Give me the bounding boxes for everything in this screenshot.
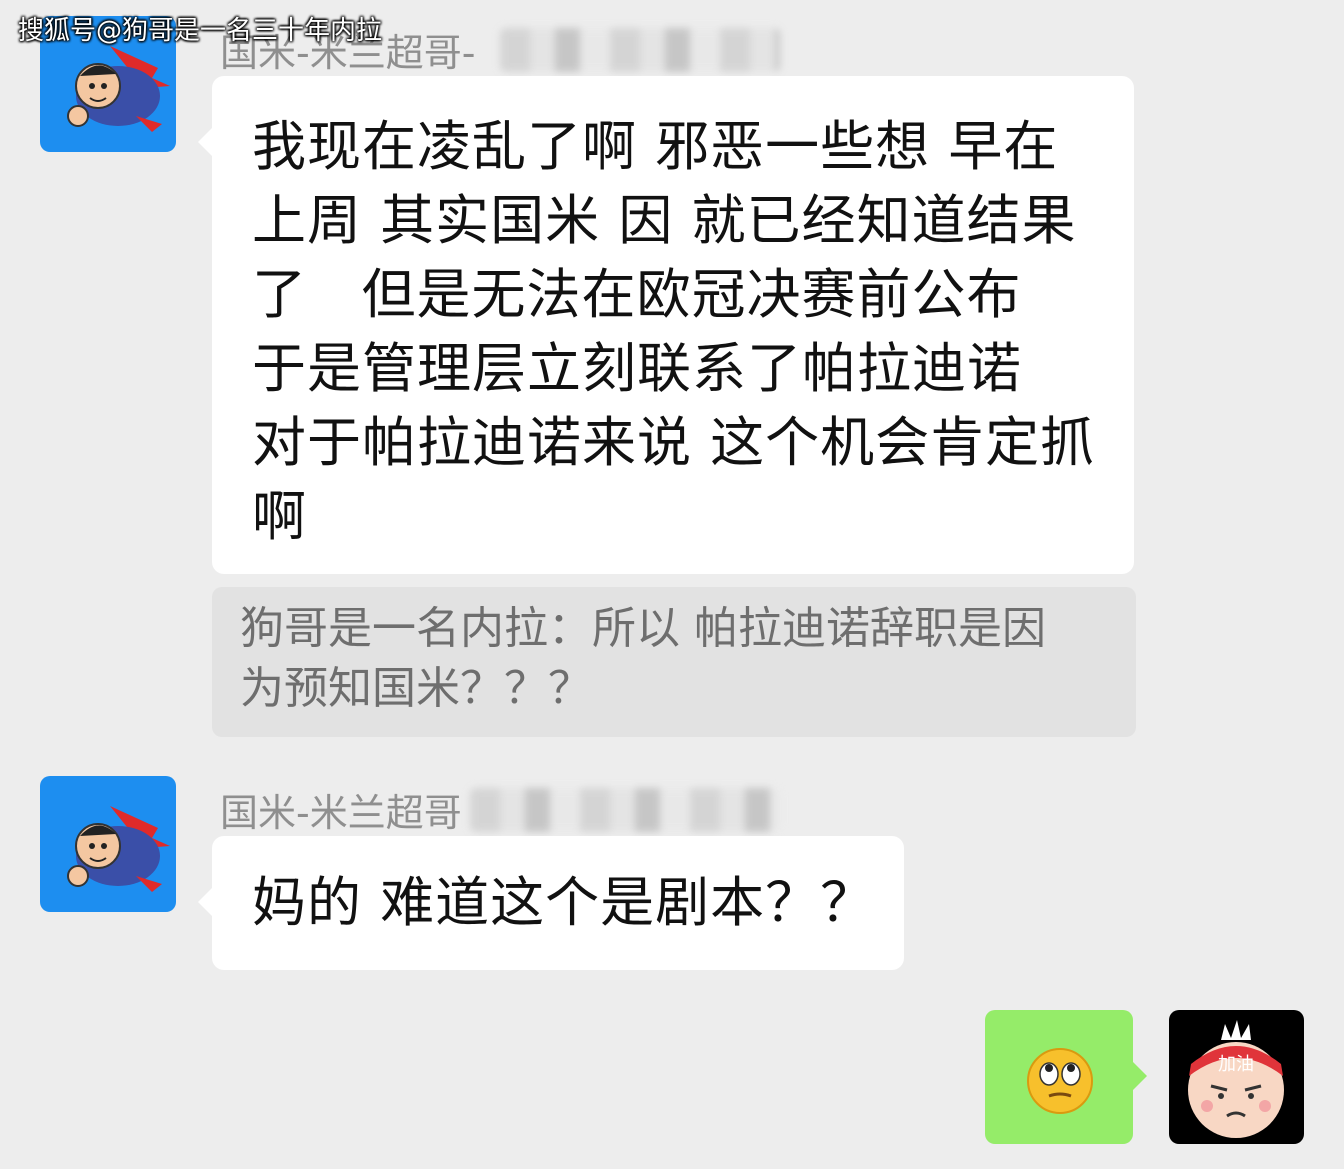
quoted-reply[interactable]: 狗哥是一名内拉：所以 帕拉迪诺辞职是因 为预知国米？？？ xyxy=(212,587,1136,737)
message-bubble[interactable]: 我现在凌乱了啊 邪恶一些想 早在 上周 其实国米 因 就已经知道结果 了 但是无… xyxy=(198,76,1134,574)
message-line: 上周 其实国米 因 就已经知道结果 xyxy=(252,189,1077,252)
message-line: 对于帕拉迪诺来说 这个机会肯定抓 xyxy=(252,411,1096,474)
quote-line: 为预知国米？？？ xyxy=(240,663,592,714)
message-text: 妈的 难道这个是剧本？？ xyxy=(252,866,876,940)
message-line: 啊 xyxy=(252,485,307,548)
outgoing-emoji-bubble[interactable] xyxy=(985,1010,1147,1144)
sender-avatar[interactable] xyxy=(40,776,176,912)
cartoon-face-avatar-icon: 加油 xyxy=(1188,1020,1284,1138)
blurred-sender-suffix xyxy=(500,28,780,72)
message-line: 于是管理层立刻联系了帕拉迪诺 xyxy=(252,337,1022,400)
superhero-avatar-icon xyxy=(67,806,170,892)
message-line: 了 但是无法在欧冠决赛前公布 xyxy=(252,263,1022,326)
watermark-text: 搜狐号@狗哥是一名三十年内拉 xyxy=(18,16,383,46)
my-avatar[interactable]: 加油 xyxy=(1169,1010,1304,1144)
quote-line: 狗哥是一名内拉：所以 帕拉迪诺辞职是因 xyxy=(240,603,1046,654)
message-line: 妈的 难道这个是剧本？？ xyxy=(252,871,876,934)
message-text: 我现在凌乱了啊 邪恶一些想 早在 上周 其实国米 因 就已经知道结果 了 但是无… xyxy=(252,110,1094,554)
eye-roll-emoji-icon xyxy=(1027,1048,1093,1114)
blurred-sender-suffix xyxy=(470,788,780,832)
message-bubble[interactable]: 妈的 难道这个是剧本？？ xyxy=(198,836,904,970)
message-line: 我现在凌乱了啊 邪恶一些想 早在 xyxy=(252,115,1059,178)
sender-name: 国米-米兰超哥 xyxy=(220,791,462,835)
avatar-badge-text: 加油 xyxy=(1218,1054,1254,1075)
